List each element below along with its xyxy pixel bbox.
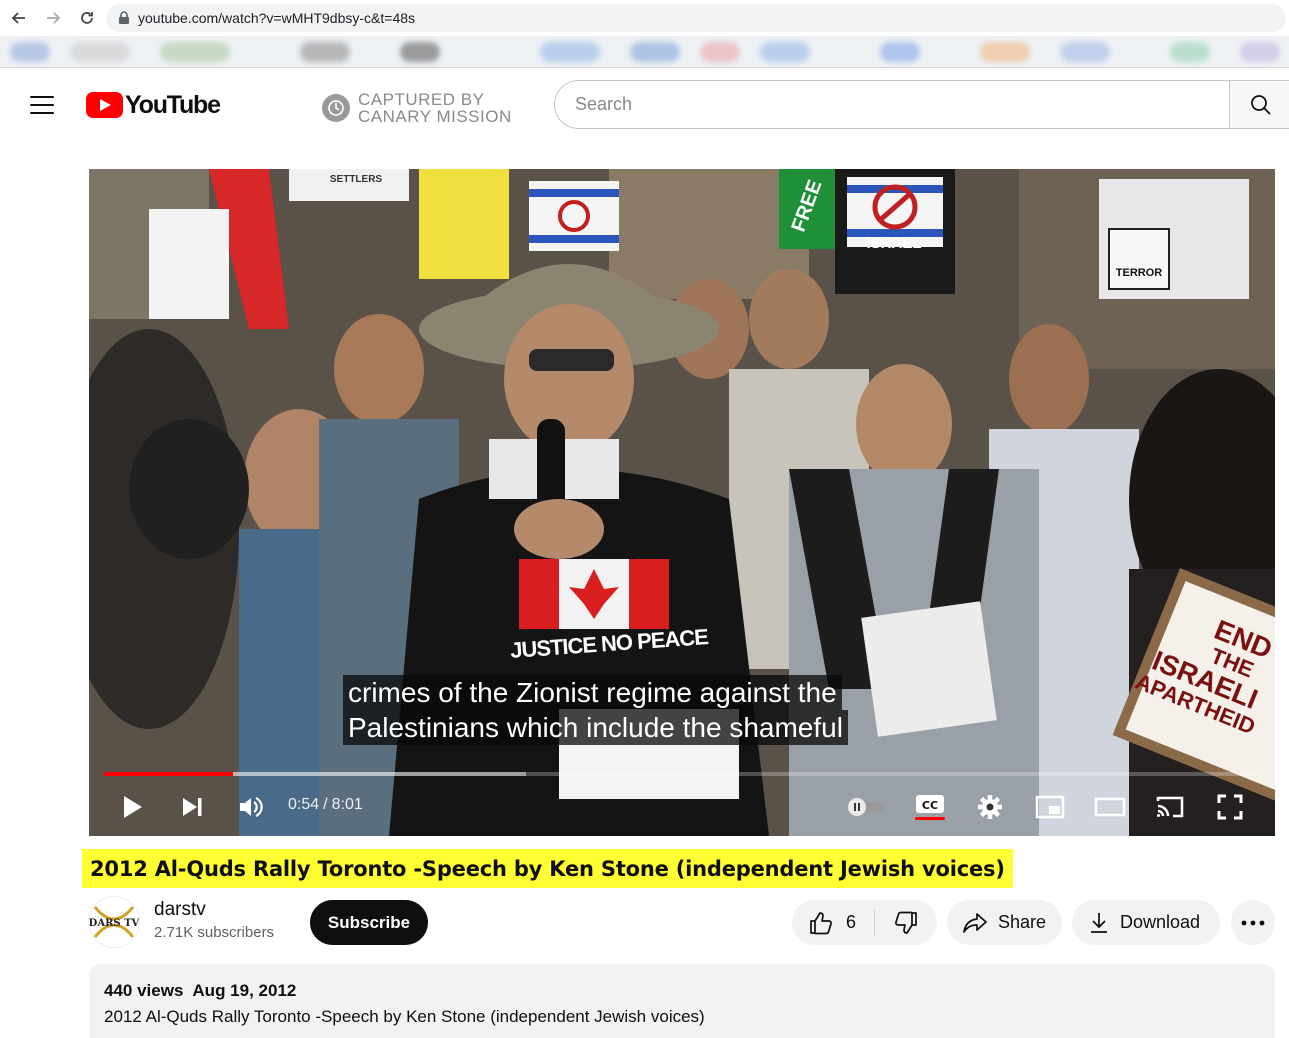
watermark-line-2: CANARY MISSION [358, 107, 512, 126]
search-input[interactable] [554, 80, 1230, 129]
fullscreen-button[interactable] [1212, 789, 1248, 825]
volume-icon [240, 797, 263, 817]
progress-bar[interactable] [104, 772, 1260, 776]
youtube-header: YouTube CAPTURED BY CANARY MISSION [0, 69, 1289, 141]
gear-icon [978, 795, 1002, 819]
closed-captions-icon: CC [915, 795, 945, 820]
dislike-button[interactable] [875, 900, 937, 945]
download-icon [1091, 912, 1107, 933]
play-icon [124, 796, 142, 818]
volume-button[interactable] [232, 789, 268, 825]
share-label: Share [998, 912, 1047, 932]
search-bar [554, 80, 1289, 129]
search-button[interactable] [1229, 80, 1289, 129]
svg-text:CC: CC [922, 799, 938, 812]
subscriber-count: 2.71K subscribers [154, 924, 275, 941]
captions-button[interactable]: CC [912, 789, 948, 825]
duration: 8:01 [331, 796, 363, 813]
current-time: 0:54 [288, 796, 320, 813]
settings-button[interactable] [972, 789, 1008, 825]
youtube-logo[interactable]: YouTube [86, 90, 221, 119]
caption-overlay: crimes of the Zionist regime against the… [343, 675, 848, 745]
sign-settlers-text: SETTLERS [329, 173, 383, 185]
caption-line-2: Palestinians which include the shameful [343, 710, 848, 745]
reload-icon[interactable] [72, 3, 102, 33]
lock-icon [119, 11, 129, 24]
video-title: 2012 Al-Quds Rally Toronto -Speech by Ke… [90, 856, 1005, 881]
miniplayer-icon [1035, 795, 1065, 819]
like-count: 6 [846, 912, 857, 932]
like-dislike-group: 6 [792, 900, 937, 945]
download-button[interactable]: Download [1072, 900, 1220, 945]
canary-mission-watermark: CAPTURED BY CANARY MISSION [322, 91, 512, 125]
like-button[interactable]: 6 [792, 900, 874, 945]
miniplayer-button[interactable] [1032, 789, 1068, 825]
video-player[interactable]: SETTLERS ISRAEL FREE TERROR JUSTICE NO P… [89, 169, 1275, 836]
browser-toolbar: youtube.com/watch?v=wMHT9dbsy-c&t=48s [0, 0, 1289, 36]
time-display: 0:54 / 8:01 [288, 796, 363, 814]
thumbs-up-icon [810, 911, 832, 934]
cast-button[interactable] [1152, 789, 1188, 825]
watermark-line-1: CAPTURED BY [358, 90, 485, 109]
caption-line-1: crimes of the Zionist regime against the [343, 675, 842, 710]
sign-israel-text: ISRAEL [866, 234, 922, 252]
more-actions-button[interactable] [1231, 900, 1275, 945]
play-button[interactable] [114, 789, 150, 825]
subscribe-button[interactable]: Subscribe [310, 900, 428, 945]
cast-icon [1156, 796, 1184, 818]
bookmarks-bar [0, 36, 1289, 68]
share-button[interactable]: Share [947, 900, 1062, 945]
channel-avatar[interactable]: DARS TV [88, 896, 140, 948]
upload-date: Aug 19, 2012 [192, 981, 297, 1000]
youtube-play-logo-icon [86, 92, 123, 118]
video-title-highlight: 2012 Al-Quds Rally Toronto -Speech by Ke… [82, 849, 1013, 888]
player-controls: 0:54 / 8:01 CC [89, 781, 1275, 831]
search-icon [1251, 94, 1271, 115]
played-bar [104, 772, 234, 776]
hamburger-menu-icon[interactable] [28, 91, 56, 119]
fullscreen-icon [1217, 794, 1243, 820]
avatar-text: DARS TV [89, 918, 139, 929]
channel-info: darstv 2.71K subscribers [154, 899, 274, 941]
description-box[interactable]: 440 views Aug 19, 2012 2012 Al-Quds Rall… [89, 964, 1275, 1038]
share-arrow-icon [963, 912, 987, 933]
forward-arrow-icon[interactable] [38, 3, 68, 33]
thumbs-down-icon [895, 911, 917, 934]
theater-mode-button[interactable] [1092, 789, 1128, 825]
more-horizontal-icon [1241, 920, 1265, 925]
channel-name[interactable]: darstv [154, 899, 274, 921]
autoplay-toggle[interactable] [845, 789, 887, 825]
back-arrow-icon[interactable] [4, 3, 34, 33]
sign-terror-text: TERROR [1115, 267, 1163, 279]
theater-mode-icon [1094, 797, 1126, 817]
url-text: youtube.com/watch?v=wMHT9dbsy-c&t=48s [138, 10, 416, 26]
next-button[interactable] [174, 789, 210, 825]
time-separator: / [323, 796, 328, 813]
view-count: 440 views [104, 981, 184, 1000]
address-bar[interactable]: youtube.com/watch?v=wMHT9dbsy-c&t=48s [106, 4, 1286, 32]
logo-text: YouTube [125, 90, 221, 119]
canary-mission-logo-icon [322, 94, 350, 122]
skip-next-icon [183, 798, 202, 816]
download-label: Download [1120, 912, 1201, 932]
autoplay-toggle-icon [848, 798, 884, 816]
description-stats: 440 views Aug 19, 2012 [104, 981, 1260, 1001]
channel-owner: DARS TV darstv 2.71K subscribers [88, 896, 274, 948]
description-text: 2012 Al-Quds Rally Toronto -Speech by Ke… [104, 1007, 705, 1026]
